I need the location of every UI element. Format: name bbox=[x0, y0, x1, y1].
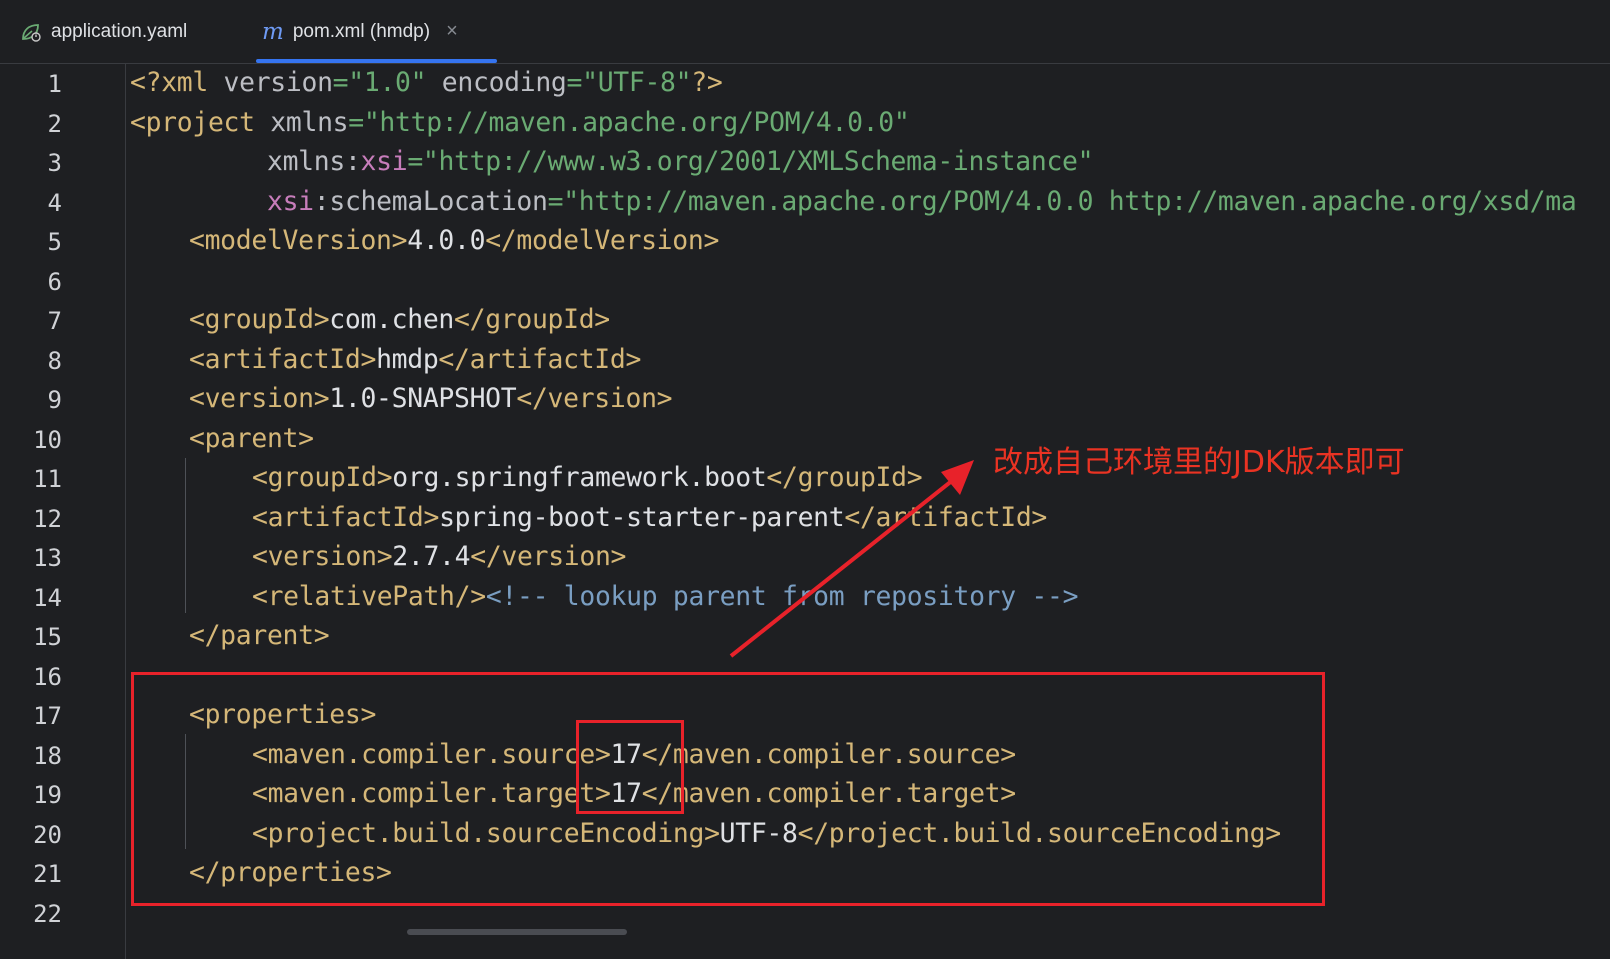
horizontal-scrollbar[interactable] bbox=[407, 929, 627, 935]
annotation-note: 改成自己环境里的JDK版本即可 bbox=[993, 445, 1405, 480]
